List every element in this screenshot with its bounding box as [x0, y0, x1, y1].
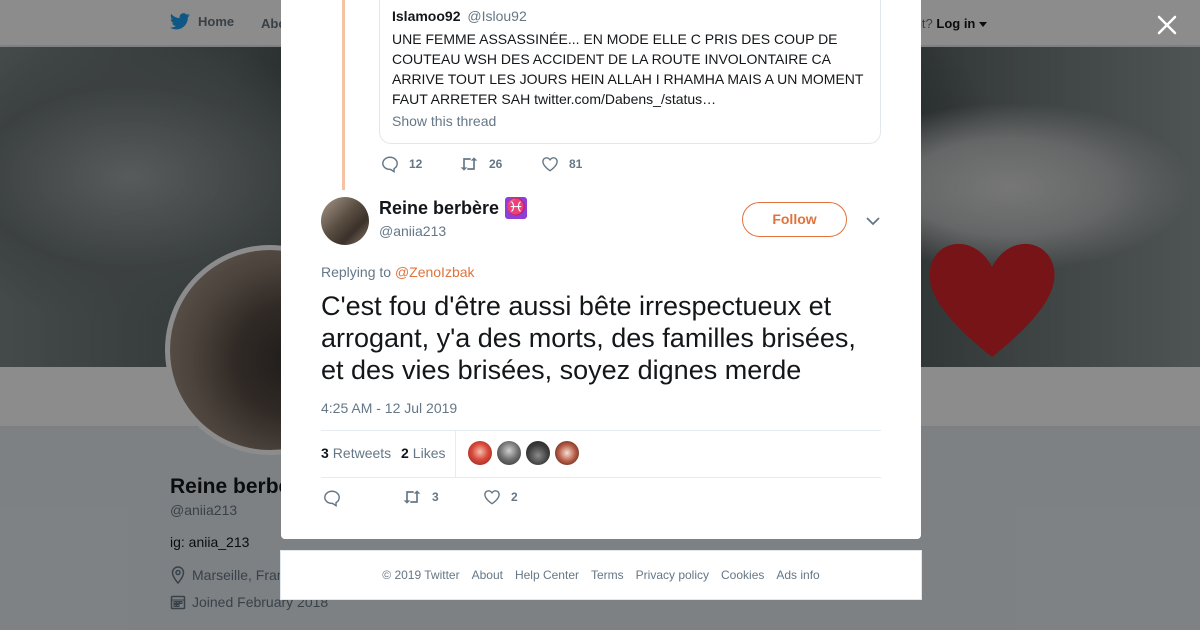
parent-retweet-action[interactable]: 26 — [459, 156, 541, 172]
retweet-action-count: 3 — [432, 490, 439, 504]
footer-cookies-link[interactable]: Cookies — [721, 568, 764, 582]
quoted-tweet-card[interactable]: Islamoo92 @Islou92 UNE FEMME ASSASSINÉE.… — [379, 0, 881, 144]
stats-divider-bottom — [321, 477, 881, 478]
reply-action[interactable] — [323, 489, 351, 507]
modal-footer: © 2019 Twitter About Help Center Terms P… — [280, 550, 922, 600]
parent-reply-action[interactable]: 12 — [381, 155, 459, 173]
pisces-emoji-icon: ♓ — [505, 197, 528, 219]
liker-avatar[interactable] — [497, 441, 521, 465]
heart-icon — [542, 157, 558, 172]
footer-copyright: © 2019 Twitter — [382, 568, 460, 582]
reply-icon — [382, 156, 398, 173]
tweet-text: C'est fou d'être aussi bête irrespectueu… — [321, 291, 856, 385]
parent-tweet-actions: 12 26 81 — [381, 155, 582, 173]
parent-reply-count: 12 — [409, 157, 423, 171]
parent-like-action[interactable]: 81 — [541, 156, 582, 172]
likes-stat[interactable]: 2 Likes — [401, 445, 445, 461]
likes-stat-label: Likes — [412, 445, 446, 461]
replying-to-prefix: Replying to — [321, 264, 392, 280]
stats-divider-vertical — [455, 431, 456, 477]
tweet-author-name[interactable]: Reine berbère ♓ — [379, 197, 528, 219]
quoted-tweet-text: UNE FEMME ASSASSINÉE... EN MODE ELLE C P… — [392, 31, 864, 107]
thread-connector-line — [342, 0, 345, 190]
footer-about-link[interactable]: About — [472, 568, 503, 582]
tweet-author-name-text: Reine berbère — [379, 197, 500, 218]
replying-to: Replying to @ZenoIzbak — [321, 264, 475, 280]
quoted-tweet-header: Islamoo92 @Islou92 — [392, 8, 868, 25]
quoted-tweet-handle: @Islou92 — [467, 8, 527, 24]
retweet-action[interactable]: 3 — [402, 489, 439, 505]
close-icon[interactable] — [1152, 10, 1182, 40]
stats-divider-top — [321, 430, 881, 431]
liker-avatar[interactable] — [555, 441, 579, 465]
show-thread-link[interactable]: Show this thread — [392, 113, 868, 129]
heart-icon — [484, 490, 500, 505]
likes-stat-count: 2 — [401, 445, 409, 461]
retweet-icon — [403, 490, 421, 504]
like-action-count: 2 — [511, 490, 518, 504]
tweet-author-avatar[interactable] — [321, 197, 369, 245]
replying-to-link[interactable]: @ZenoIzbak — [395, 264, 475, 280]
tweet-author-handle[interactable]: @aniia213 — [379, 223, 446, 239]
footer-ads-link[interactable]: Ads info — [776, 568, 819, 582]
quoted-tweet-name: Islamoo92 — [392, 8, 461, 24]
tweet-timestamp[interactable]: 4:25 AM - 12 Jul 2019 — [321, 400, 457, 416]
reply-icon — [324, 490, 340, 507]
footer-privacy-link[interactable]: Privacy policy — [636, 568, 709, 582]
parent-like-count: 81 — [569, 157, 583, 171]
parent-retweet-count: 26 — [489, 157, 503, 171]
follow-button[interactable]: Follow — [742, 202, 847, 237]
retweet-icon — [460, 157, 478, 171]
chevron-down-icon[interactable] — [864, 212, 882, 230]
footer-help-link[interactable]: Help Center — [515, 568, 579, 582]
liker-avatar[interactable] — [468, 441, 492, 465]
retweets-stat[interactable]: 3 Retweets — [321, 445, 391, 461]
retweets-stat-label: Retweets — [332, 445, 392, 461]
liker-avatar[interactable] — [526, 441, 550, 465]
retweets-stat-count: 3 — [321, 445, 329, 461]
footer-terms-link[interactable]: Terms — [591, 568, 624, 582]
like-action[interactable]: 2 — [483, 489, 518, 505]
